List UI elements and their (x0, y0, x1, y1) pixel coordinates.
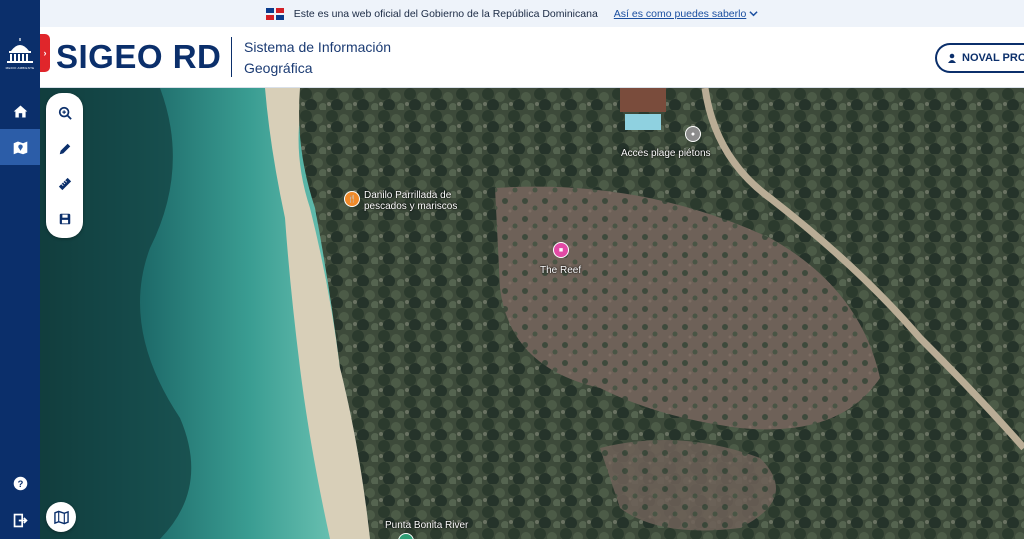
chevron-down-icon (749, 11, 758, 17)
sidebar-item-help[interactable]: ? (0, 465, 40, 501)
restaurant-icon: 🍴 (347, 196, 357, 203)
dr-flag-icon (265, 7, 284, 20)
zoom-icon (58, 106, 72, 120)
user-account-button[interactable]: NOVAL PROP (935, 43, 1024, 73)
sidebar-item-map[interactable] (0, 129, 40, 165)
brand-subtitle: Sistema de Información Geográfica (244, 37, 391, 79)
brand-subtitle-line1: Sistema de Información (244, 39, 392, 55)
poi-label-danilo: Danilo Parrillada de pescados y mariscos (364, 190, 457, 212)
sidebar-item-logout[interactable] (0, 502, 40, 538)
draw-tool-button[interactable] (46, 131, 83, 167)
gov-banner-link[interactable]: Así es como puedes saberlo (614, 8, 759, 20)
logo-text: MEDIO AMBIENTE (5, 65, 35, 70)
map-toolbar (46, 93, 83, 238)
menu-toggle-tab[interactable]: › (40, 34, 50, 72)
location-pin-icon: ● (690, 130, 696, 138)
poi-pin-danilo[interactable]: 🍴 (344, 191, 360, 207)
gov-banner: Este es una web oficial del Gobierno de … (0, 0, 1024, 27)
lodging-icon: ■ (558, 246, 564, 254)
logout-icon (13, 513, 28, 527)
poi-pin-acces[interactable]: ● (685, 126, 701, 142)
basemap-switch-button[interactable] (46, 502, 76, 532)
brand-subtitle-line2: Geográfica (244, 60, 313, 76)
save-tool-button[interactable] (46, 201, 83, 237)
save-icon (59, 213, 70, 225)
pencil-icon (59, 143, 70, 155)
map-icon (13, 141, 27, 154)
dome-logo-icon (7, 37, 33, 63)
measure-tool-button[interactable] (46, 166, 83, 202)
brand-title: SIGEO RD (56, 38, 222, 75)
user-account-label: NOVAL PROP (962, 52, 1024, 64)
app-header: › SIGEO RD Sistema de Información Geográ… (40, 27, 1024, 88)
map-layers-icon (53, 510, 69, 524)
home-icon (13, 105, 27, 117)
poi-label-punta: Punta Bonita River (385, 520, 469, 531)
satellite-map[interactable]: ● Acces plage piétons 🍴 Danilo Parrillad… (40, 88, 1024, 539)
poi-label-reef: The Reef (540, 265, 582, 276)
help-icon: ? (13, 476, 27, 490)
sidebar: MEDIO AMBIENTE ? (0, 0, 40, 539)
poi-label-danilo-line1: Danilo Parrillada de (364, 190, 452, 201)
poi-pin-reef[interactable]: ■ (553, 242, 569, 258)
poi-label-acces: Acces plage piétons (621, 148, 711, 159)
sidebar-item-home[interactable] (0, 93, 40, 129)
user-icon (948, 53, 956, 63)
poi-label-danilo-line2: pescados y mariscos (364, 201, 458, 212)
ministry-logo: MEDIO AMBIENTE (0, 30, 40, 74)
satellite-imagery (40, 88, 1024, 539)
chevron-right-icon: › (43, 48, 47, 58)
brand-divider (231, 37, 232, 77)
ruler-icon (58, 177, 71, 191)
zoom-tool-button[interactable] (46, 95, 83, 131)
gov-banner-text: Este es una web oficial del Gobierno de … (293, 7, 598, 20)
gov-banner-link-label: Así es como puedes saberlo (613, 7, 747, 20)
svg-text:?: ? (17, 478, 23, 488)
